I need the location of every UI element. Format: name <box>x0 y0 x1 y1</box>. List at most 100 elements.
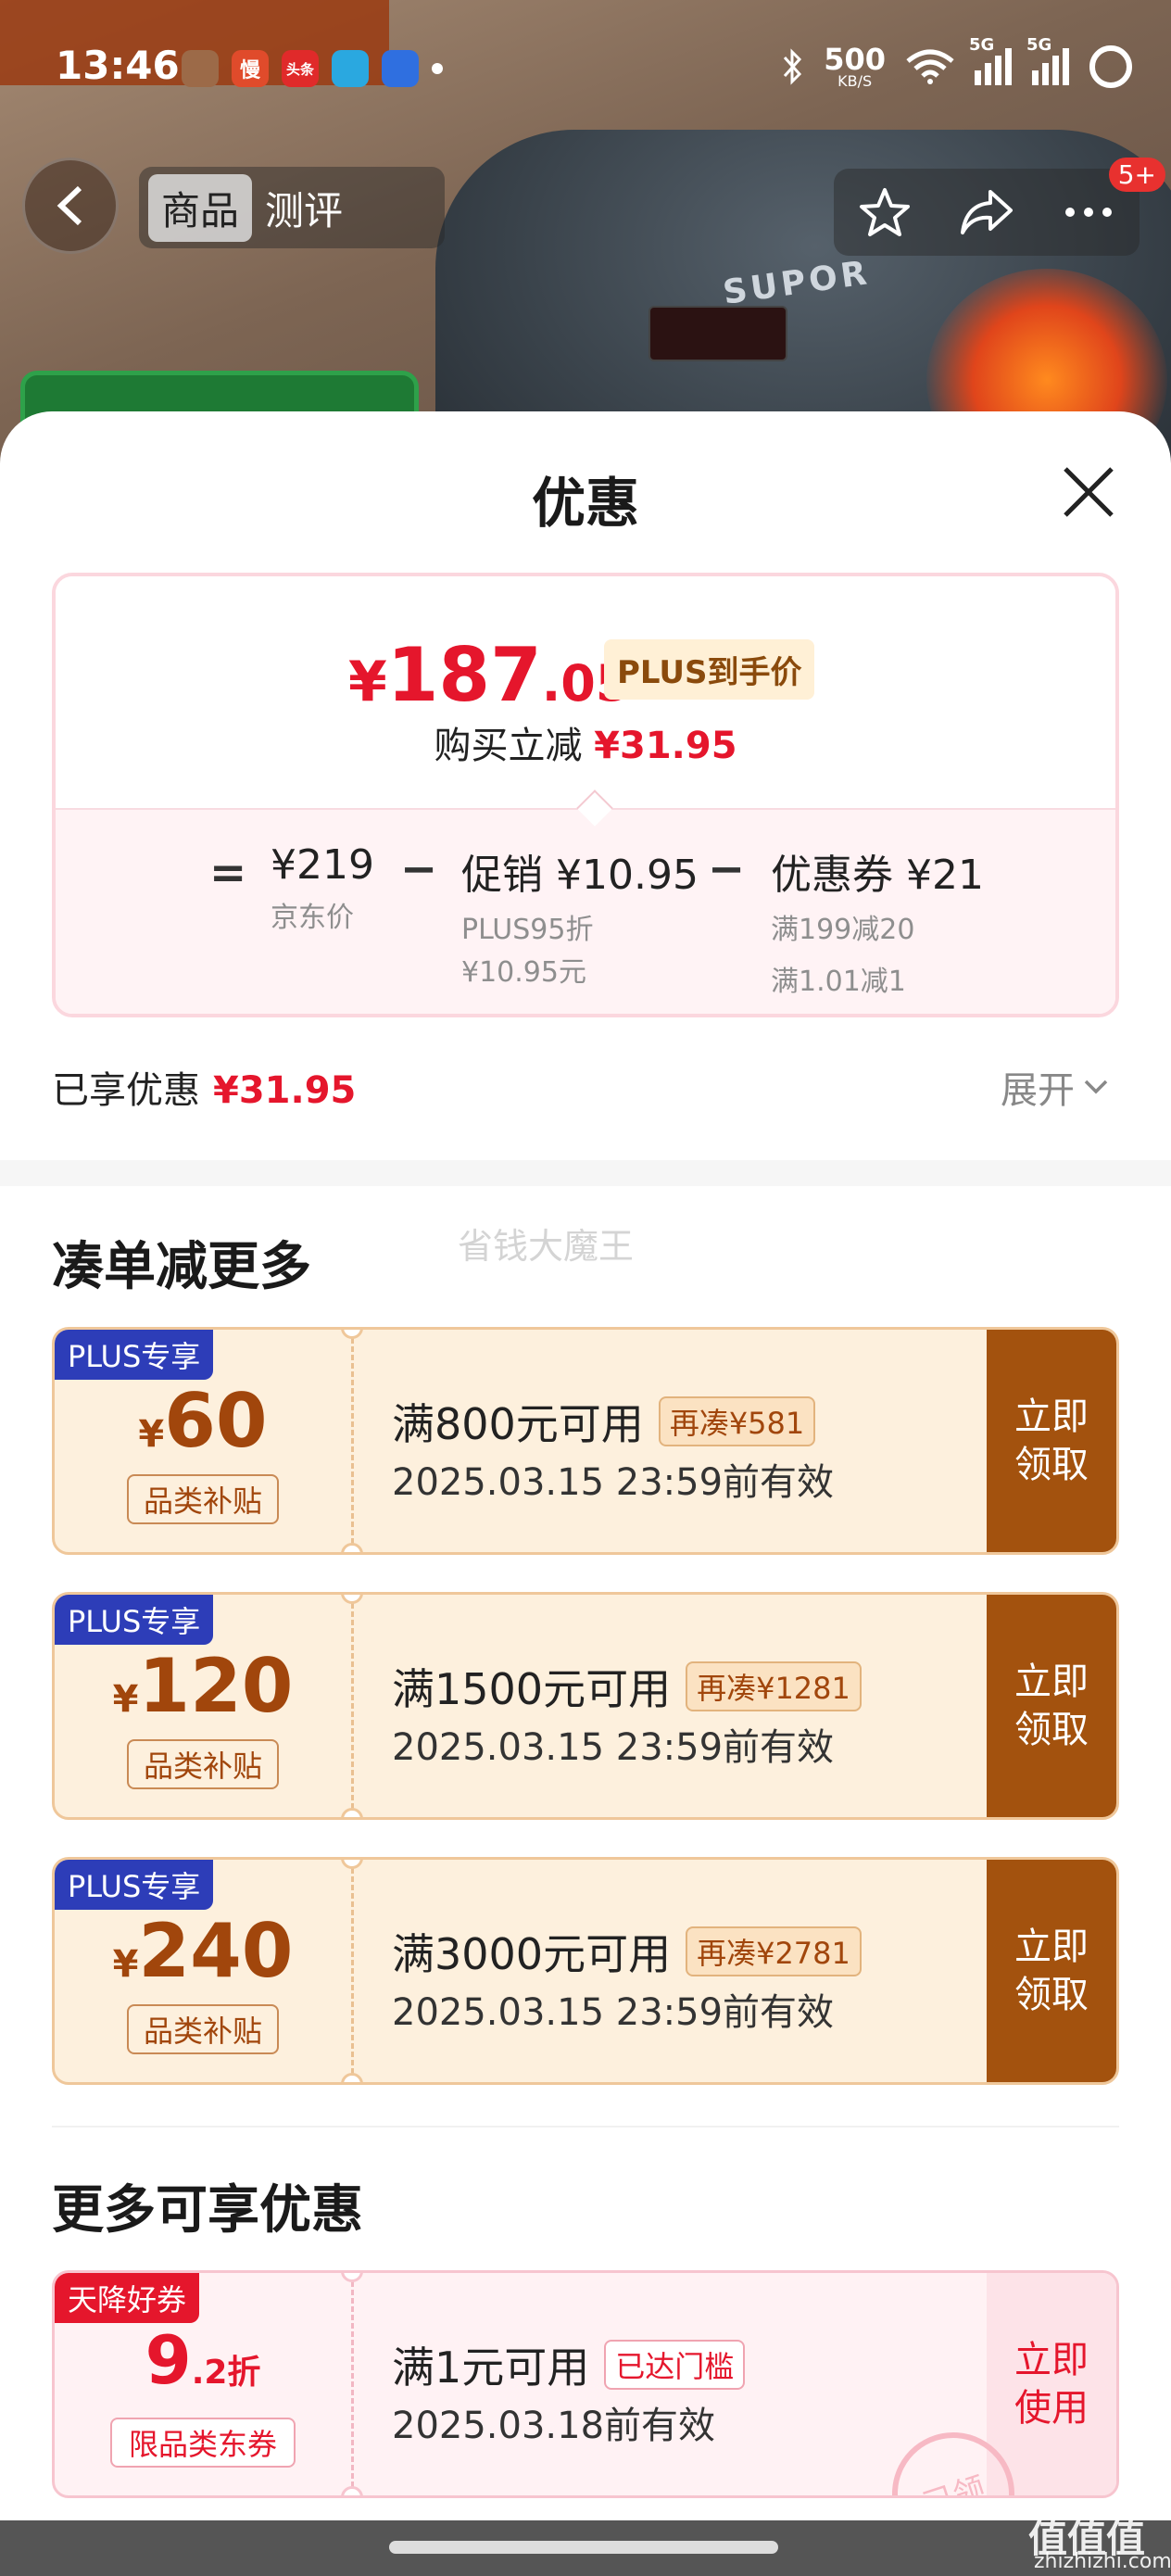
toutiao-app-icon: 头条 <box>282 50 319 87</box>
plus-exclusive-tag: PLUS专享 <box>55 1595 214 1645</box>
coupon-notch <box>341 2273 363 2282</box>
coupon-notch <box>341 1330 363 1339</box>
more-notifications-dot <box>432 63 443 74</box>
bluetooth-icon <box>784 48 802 85</box>
plus-exclusive-tag: PLUS专享 <box>55 1330 214 1380</box>
favorite-button[interactable] <box>852 180 917 245</box>
minus-sign: − <box>708 843 746 895</box>
chevron-down-icon <box>1084 1080 1108 1094</box>
network-speed: 500 KB/S <box>824 42 886 90</box>
price-calculation: = ¥219 京东价 − 促销 ¥10.95 PLUS95折 ¥10.95元 −… <box>56 808 1115 1014</box>
direct-discount: 购买立减 ¥31.95 <box>434 725 737 767</box>
coupon-perforation <box>351 2273 354 2495</box>
coupon-type: 限品类东券 <box>110 2418 296 2468</box>
coupon-type: 品类补贴 <box>127 1474 279 1524</box>
coupon-perforation <box>351 1330 354 1552</box>
status-time: 13:46 <box>56 43 180 88</box>
claim-button[interactable]: 立即 领取 <box>987 1595 1116 1817</box>
site-watermark-url: zhizhizhi.com <box>1034 2550 1171 2573</box>
share-icon <box>961 190 1013 234</box>
coupon-perforation <box>351 1595 354 1817</box>
product-display-panel <box>648 306 787 361</box>
coupon-card: PLUS专享 ¥120 品类补贴 满1500元可用 再凑¥1281 2025.03… <box>52 1592 1119 1820</box>
chevron-left-icon <box>57 185 82 226</box>
coupon-gap-chip: 再凑¥2781 <box>686 1926 862 1976</box>
coupon-card: 天降好券 9.2折 限品类东券 满1元可用 已达门槛 2025.03.18前有效 … <box>52 2270 1119 2498</box>
message-badge: 5+ <box>1108 158 1165 192</box>
home-gesture-handle[interactable] <box>389 2541 778 2554</box>
section-title-more-savings: 凑单减更多 <box>52 1237 311 1297</box>
coupon-notch <box>341 2073 363 2082</box>
more-dots-icon <box>1065 208 1112 217</box>
battery-icon <box>1089 45 1132 88</box>
product-actions <box>834 169 1140 256</box>
coupon-gap-chip: 再凑¥581 <box>658 1396 816 1446</box>
coupon-type: 品类补贴 <box>127 2004 279 2054</box>
tab-product[interactable]: 商品 <box>148 173 253 242</box>
price-summary: ¥187.05 PLUS到手价 购买立减 ¥31.95 <box>56 576 1115 808</box>
coupon-gap-chip: 再凑¥1281 <box>686 1661 862 1711</box>
coupon-condition: 满800元可用 再凑¥581 <box>392 1391 816 1452</box>
section-separator <box>52 2126 1119 2128</box>
coupon-threshold-chip: 已达门槛 <box>604 2340 746 2390</box>
expand-button[interactable]: 展开 <box>1001 1060 1110 1114</box>
share-button[interactable] <box>954 180 1019 245</box>
manqian-app-icon: 慢 <box>232 50 269 87</box>
coupon-notch <box>341 1595 363 1604</box>
calc-promotion: 促销 ¥10.95 PLUS95折 ¥10.95元 <box>461 852 699 989</box>
coupon-notch <box>341 1543 363 1552</box>
coupon-card: PLUS专享 ¥60 品类补贴 满800元可用 再凑¥581 2025.03.15… <box>52 1327 1119 1555</box>
coupon-validity: 2025.03.15 23:59前有效 <box>392 1461 835 1504</box>
section-divider <box>0 1160 1171 1186</box>
close-icon <box>1064 467 1114 517</box>
status-bar: 13:46 慢头条 500 KB/S 5G 5G <box>0 0 1171 139</box>
notification-icons: 慢头条 <box>182 50 443 87</box>
price-breakdown-card: ¥187.05 PLUS到手价 购买立减 ¥31.95 = ¥219 京东价 −… <box>52 573 1119 1017</box>
coupon-validity: 2025.03.18前有效 <box>392 2405 716 2447</box>
sheet-title: 优惠 <box>531 472 639 535</box>
coupon-notch <box>341 2486 363 2495</box>
coupon-card: PLUS专享 ¥240 品类补贴 满3000元可用 再凑¥2781 2025.03… <box>52 1857 1119 2085</box>
system-icons: 500 KB/S 5G 5G <box>781 35 1132 90</box>
wifi-icon <box>906 49 954 84</box>
section-title-more-offers: 更多可享优惠 <box>52 2180 363 2241</box>
coupon-validity: 2025.03.15 23:59前有效 <box>392 1991 835 2034</box>
back-button[interactable] <box>22 158 119 254</box>
calc-coupon: 优惠券 ¥21 满199减20 满1.01减1 <box>771 852 984 998</box>
system-navigation-bar <box>0 2520 1171 2576</box>
qq-icon <box>332 50 369 87</box>
claim-button[interactable]: 立即 领取 <box>987 1330 1116 1552</box>
wechat-icon <box>182 50 219 87</box>
close-button[interactable] <box>1056 460 1121 524</box>
minus-sign: − <box>400 843 438 895</box>
more-button[interactable] <box>1056 180 1121 245</box>
coupon-perforation <box>351 1860 354 2082</box>
plus-price-badge: PLUS到手价 <box>604 639 815 700</box>
coupon-condition: 满1500元可用 再凑¥1281 <box>392 1656 862 1717</box>
coupon-validity: 2025.03.15 23:59前有效 <box>392 1726 835 1769</box>
product-tabs: 商品 测评 <box>139 167 445 248</box>
coupon-type: 品类补贴 <box>127 1739 279 1789</box>
star-icon <box>860 188 910 236</box>
plus-exclusive-tag: PLUS专享 <box>55 1860 214 1910</box>
coupon-amount: 9.2折 <box>145 2321 261 2399</box>
app-icon <box>382 50 419 87</box>
discount-sheet: 优惠 ¥187.05 PLUS到手价 购买立减 ¥31.95 = ¥219 京东… <box>0 411 1171 2576</box>
signal-icon: 5G <box>1026 35 1069 85</box>
coupon-amount: ¥240 <box>112 1908 294 1994</box>
watermark-text: 省钱大魔王 <box>458 1226 635 1267</box>
equals-sign: = <box>209 847 247 899</box>
coupon-amount: ¥60 <box>138 1378 268 1464</box>
coupon-condition: 满3000元可用 再凑¥2781 <box>392 1921 862 1982</box>
product-top-nav: 商品 测评 5+ <box>0 158 1171 259</box>
calc-jd-price: ¥219 京东价 <box>271 841 374 934</box>
coupon-amount: ¥120 <box>112 1643 294 1729</box>
final-price: ¥187.05 <box>348 632 631 718</box>
sky-coupon-tag: 天降好券 <box>55 2273 200 2323</box>
tab-review[interactable]: 测评 <box>252 174 356 242</box>
saved-discount: 已享优惠 ¥31.95 <box>52 1069 357 1112</box>
coupon-notch <box>341 1808 363 1817</box>
coupon-notch <box>341 1860 363 1869</box>
claim-button[interactable]: 立即 领取 <box>987 1860 1116 2082</box>
signal-icon: 5G <box>969 35 1012 85</box>
